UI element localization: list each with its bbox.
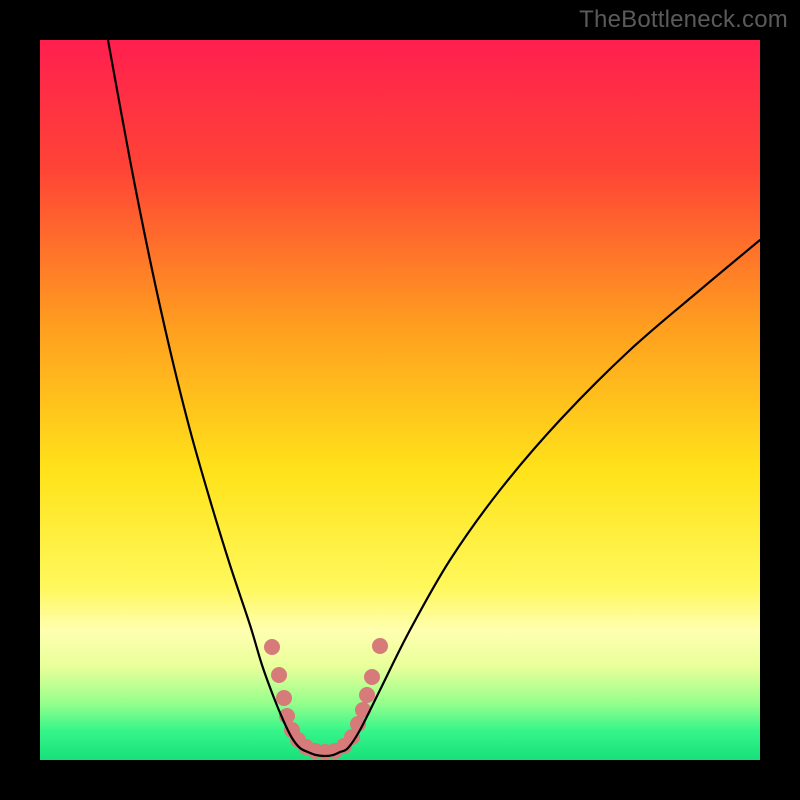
marker-dot [276, 690, 292, 706]
chart-background [40, 40, 760, 760]
marker-dot [372, 638, 388, 654]
marker-dot [264, 639, 280, 655]
chart-svg [40, 40, 760, 760]
marker-dot [359, 687, 375, 703]
plot-area [40, 40, 760, 760]
marker-dot [271, 667, 287, 683]
marker-dot [364, 669, 380, 685]
watermark-text: TheBottleneck.com [579, 6, 788, 34]
chart-frame: TheBottleneck.com [0, 0, 800, 800]
